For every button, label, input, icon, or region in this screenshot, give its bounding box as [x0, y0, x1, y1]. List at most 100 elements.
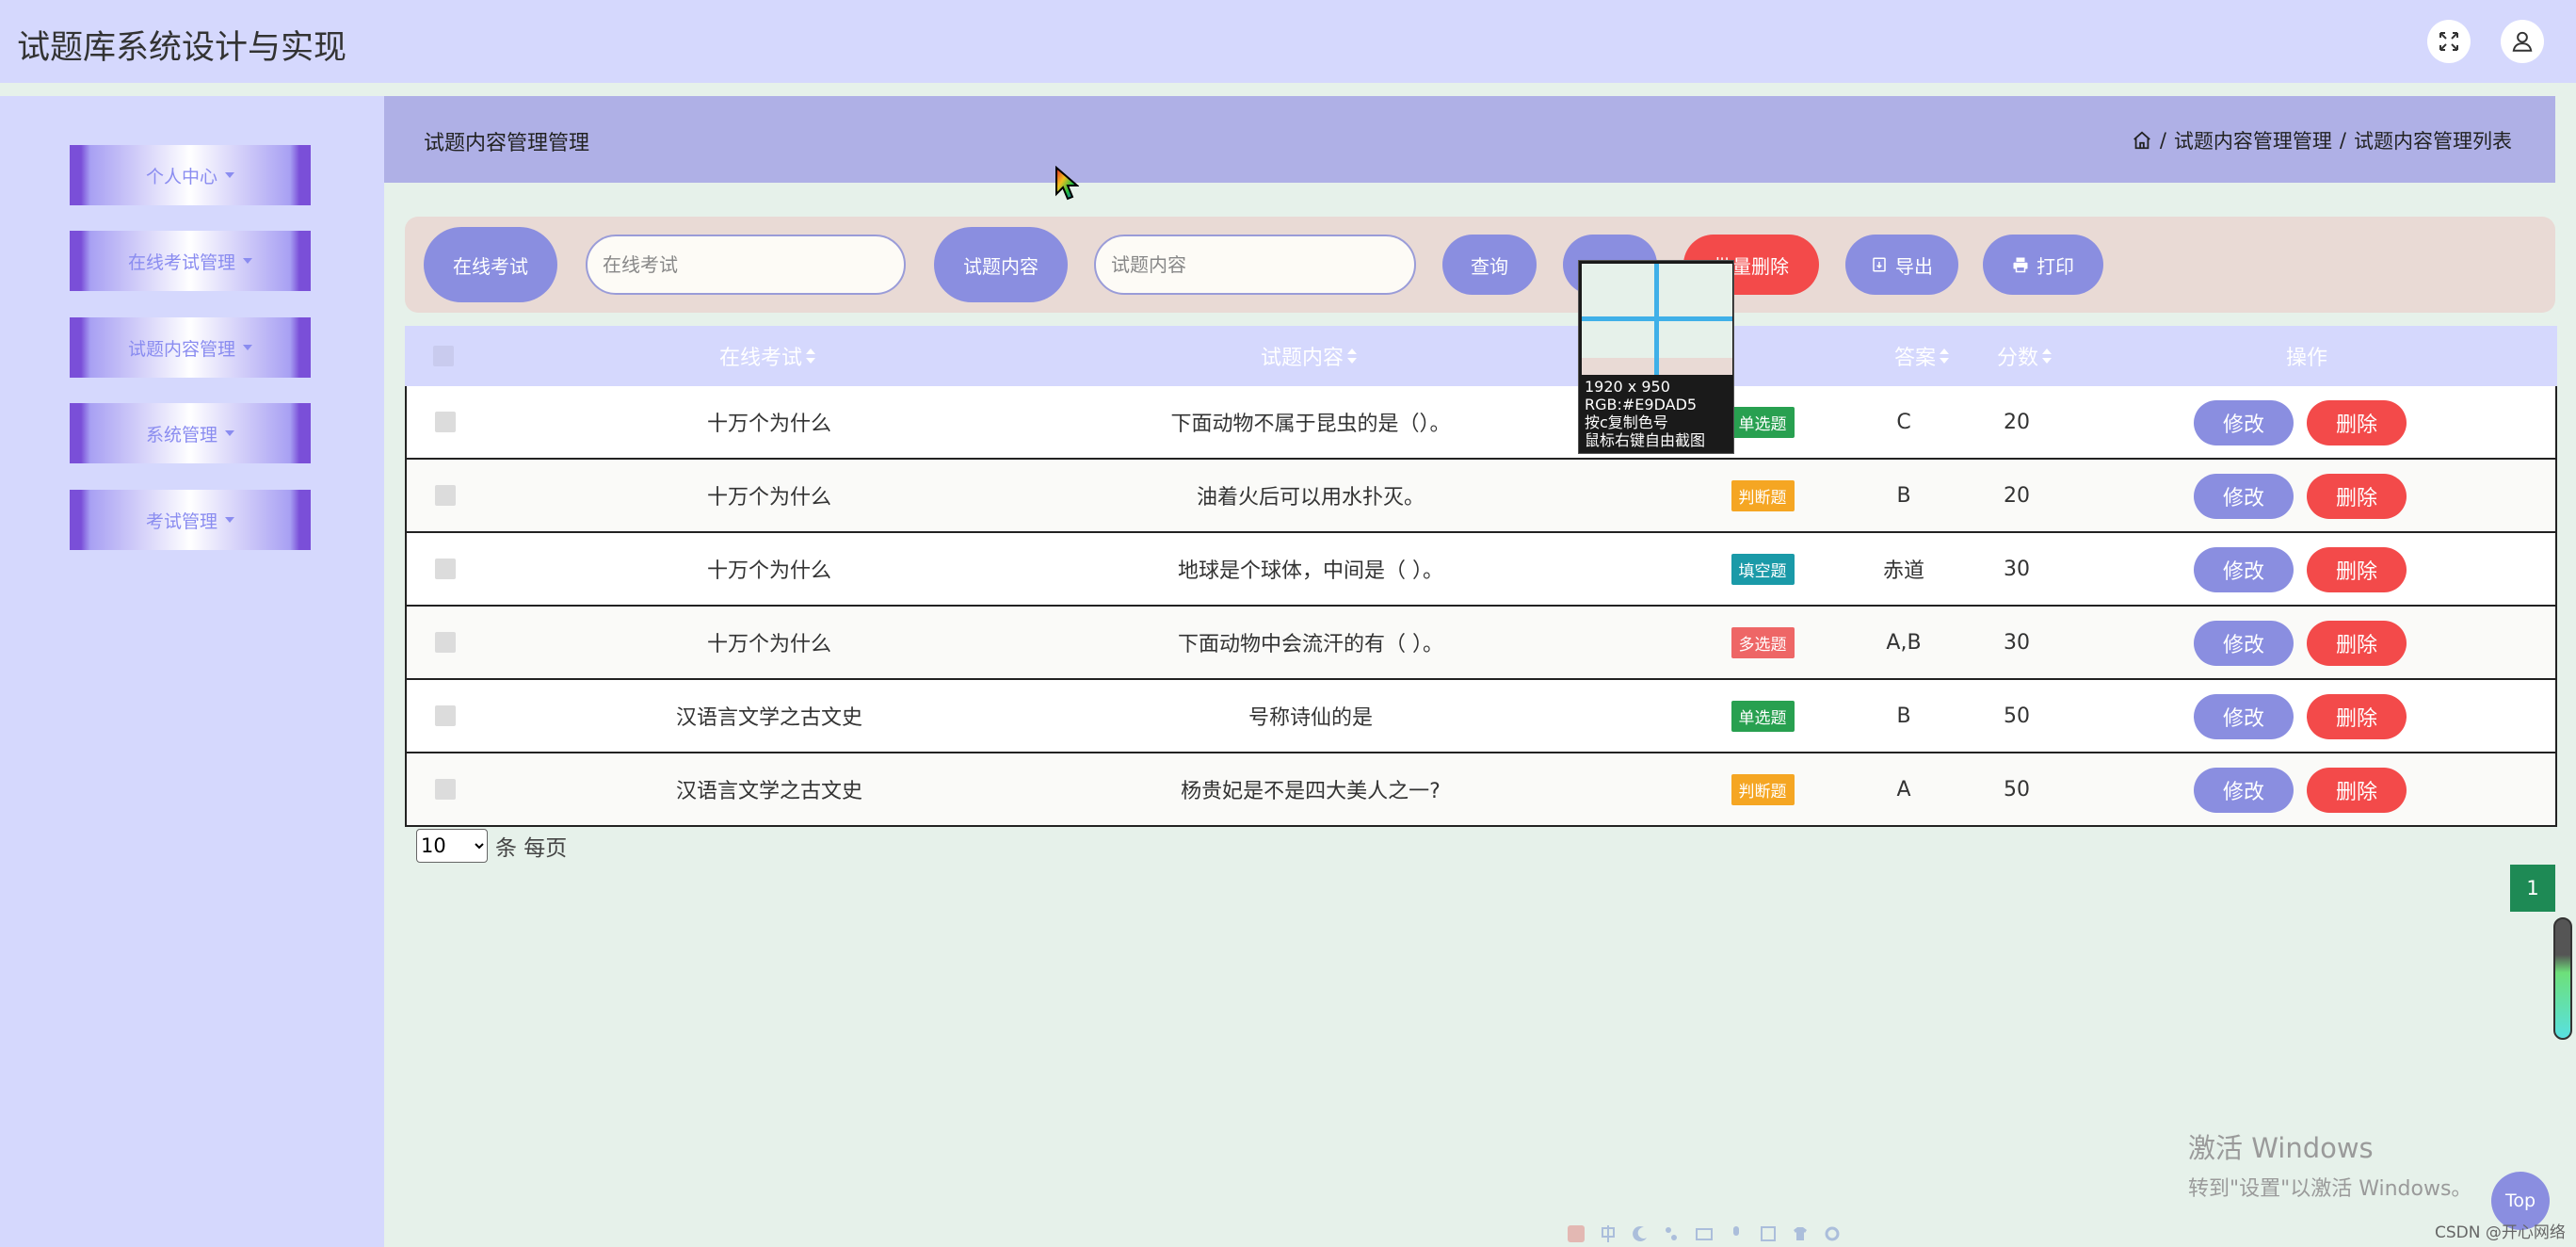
- color-picker-info: 1920 x 950 RGB:#E9DAD5 按c复制色号 鼠标右键自由截图: [1585, 378, 1705, 449]
- query-button[interactable]: 查询: [1442, 235, 1537, 295]
- delete-button[interactable]: 删除: [2307, 621, 2407, 666]
- caret-down-icon: [243, 345, 252, 350]
- cell-exam: 汉语言文学之古文史: [675, 706, 862, 730]
- print-icon: [2013, 257, 2028, 273]
- sidebar-item-label: 试题内容管理: [127, 338, 235, 360]
- column-header-content[interactable]: 试题内容: [1073, 326, 1544, 386]
- page-size-control: 10 条 每页: [416, 829, 567, 863]
- fullscreen-button[interactable]: [2427, 20, 2471, 63]
- table-row: 十万个为什么 下面动物中会流汗的有（ ）。 多选题 A,B 30 修改 删除: [405, 607, 2557, 680]
- table-row: 汉语言文学之古文史 杨贵妃是不是四大美人之一? 判断题 A 50 修改 删除: [405, 753, 2557, 827]
- cell-type: 判断题: [1668, 753, 1857, 825]
- column-header-answer[interactable]: 答案: [1798, 326, 1949, 386]
- sidebar-item-exam-management[interactable]: 考试管理: [70, 490, 311, 550]
- row-checkbox[interactable]: [426, 533, 465, 605]
- top-bar: 试题库系统设计与实现: [0, 0, 2576, 83]
- cell-exam: 十万个为什么: [706, 413, 831, 436]
- cell-type: 填空题: [1668, 533, 1857, 605]
- exam-search-input[interactable]: [586, 235, 906, 295]
- cell-answer: C: [1896, 410, 1911, 434]
- page-size-select[interactable]: 10: [416, 829, 488, 863]
- table-row: 十万个为什么 下面动物不属于昆虫的是（）。 单选题 C 20 修改 删除: [405, 386, 2557, 460]
- sidebar-item-personal-center[interactable]: 个人中心: [70, 145, 311, 205]
- edit-button[interactable]: 修改: [2194, 547, 2294, 592]
- cell-score: 20: [2004, 483, 2030, 508]
- cell-type: 单选题: [1668, 680, 1857, 752]
- cursor-arrow-icon: [1055, 165, 1080, 201]
- caret-down-icon: [225, 430, 234, 436]
- watermark-line2: 转到"设置"以激活 Windows。: [2188, 1177, 2472, 1201]
- sidebar-item-online-exam-management[interactable]: 在线考试管理: [70, 231, 311, 291]
- cell-content: 油着火后可以用水扑灭。: [1196, 486, 1425, 510]
- exam-filter-label: 在线考试: [424, 227, 557, 302]
- ime-toolbox-icon: [1761, 1226, 1776, 1241]
- cell-type: 判断题: [1668, 460, 1857, 531]
- column-header-score[interactable]: 分数: [1949, 326, 2100, 386]
- print-button[interactable]: 打印: [1983, 235, 2103, 295]
- user-button[interactable]: [2501, 20, 2544, 63]
- select-all-checkbox[interactable]: [424, 326, 463, 386]
- table-header: 在线考试 试题内容 答案 分数 操作: [405, 326, 2557, 386]
- cell-answer: A: [1896, 777, 1911, 802]
- edit-button[interactable]: 修改: [2194, 621, 2294, 666]
- table-row: 十万个为什么 油着火后可以用水扑灭。 判断题 B 20 修改 删除: [405, 460, 2557, 533]
- app-title: 试题库系统设计与实现: [17, 29, 347, 67]
- cell-score: 50: [2004, 704, 2030, 728]
- content-search-input[interactable]: [1094, 235, 1416, 295]
- delete-button[interactable]: 删除: [2307, 694, 2407, 739]
- export-button[interactable]: 导出: [1845, 235, 1958, 295]
- cell-content: 地球是个球体，中间是（ ）。: [1178, 559, 1443, 583]
- row-checkbox[interactable]: [426, 607, 465, 678]
- caret-down-icon: [225, 172, 234, 178]
- question-type-tag: 判断题: [1731, 773, 1795, 805]
- caret-down-icon: [225, 517, 234, 523]
- ime-punctuation-icon: [1666, 1227, 1677, 1240]
- questions-table: 在线考试 试题内容 答案 分数 操作 十万个为什么 下面动物不属于昆虫的是（）。单…: [405, 326, 2557, 827]
- breadcrumb-item[interactable]: 试题内容管理管理: [2174, 126, 2332, 154]
- scrollbar[interactable]: [2553, 917, 2572, 1040]
- export-label: 导出: [1895, 254, 1933, 278]
- home-icon[interactable]: [2132, 130, 2152, 151]
- edit-button[interactable]: 修改: [2194, 768, 2294, 813]
- watermark-line1: 激活 Windows: [2188, 1132, 2374, 1164]
- sidebar-item-question-content-management[interactable]: 试题内容管理: [70, 317, 311, 378]
- edit-button[interactable]: 修改: [2194, 694, 2294, 739]
- delete-button[interactable]: 删除: [2307, 768, 2407, 813]
- sort-icon: [1347, 348, 1357, 364]
- color-picker-hint-copy: 按c复制色号: [1585, 413, 1668, 431]
- edit-button[interactable]: 修改: [2194, 474, 2294, 519]
- cell-score: 30: [2004, 557, 2030, 581]
- sidebar-item-system-management[interactable]: 系统管理: [70, 403, 311, 463]
- color-picker-overlay: 1920 x 950 RGB:#E9DAD5 按c复制色号 鼠标右键自由截图: [1578, 260, 1734, 454]
- delete-button[interactable]: 删除: [2307, 474, 2407, 519]
- row-checkbox[interactable]: [426, 460, 465, 531]
- fullscreen-icon: [2439, 32, 2458, 51]
- color-picker-hint-screenshot: 鼠标右键自由截图: [1585, 431, 1706, 449]
- ime-moon-icon: [1633, 1225, 1647, 1241]
- row-checkbox[interactable]: [426, 753, 465, 825]
- sidebar: 个人中心 在线考试管理 试题内容管理 系统管理 考试管理: [0, 96, 384, 1247]
- header-divider: [0, 83, 2576, 96]
- csdn-credit: CSDN @开心网络: [2435, 1223, 2566, 1242]
- question-type-tag: 单选题: [1731, 406, 1795, 438]
- color-picker-rgb: RGB:#E9DAD5: [1585, 396, 1698, 413]
- sidebar-item-label: 系统管理: [145, 424, 217, 445]
- cell-content: 杨贵妃是不是四大美人之一?: [1181, 780, 1441, 803]
- page-size-suffix: 条 每页: [495, 836, 568, 861]
- row-checkbox[interactable]: [426, 680, 465, 752]
- ime-toolbar: [1559, 1221, 1843, 1247]
- cell-score: 50: [2004, 777, 2030, 802]
- column-header-actions: 操作: [2285, 347, 2327, 370]
- breadcrumb-item: 试题内容管理列表: [2354, 130, 2512, 153]
- export-icon: [1873, 257, 1886, 272]
- edit-button[interactable]: 修改: [2194, 400, 2294, 445]
- delete-button[interactable]: 删除: [2307, 400, 2407, 445]
- delete-button[interactable]: 删除: [2307, 547, 2407, 592]
- ime-mic-icon: [1733, 1226, 1739, 1236]
- cell-exam: 十万个为什么: [706, 486, 831, 510]
- sidebar-item-label: 个人中心: [145, 166, 217, 187]
- page-number-button[interactable]: 1: [2510, 865, 2555, 912]
- row-checkbox[interactable]: [426, 386, 465, 458]
- column-header-exam[interactable]: 在线考试: [584, 326, 951, 386]
- cell-exam: 汉语言文学之古文史: [675, 780, 862, 803]
